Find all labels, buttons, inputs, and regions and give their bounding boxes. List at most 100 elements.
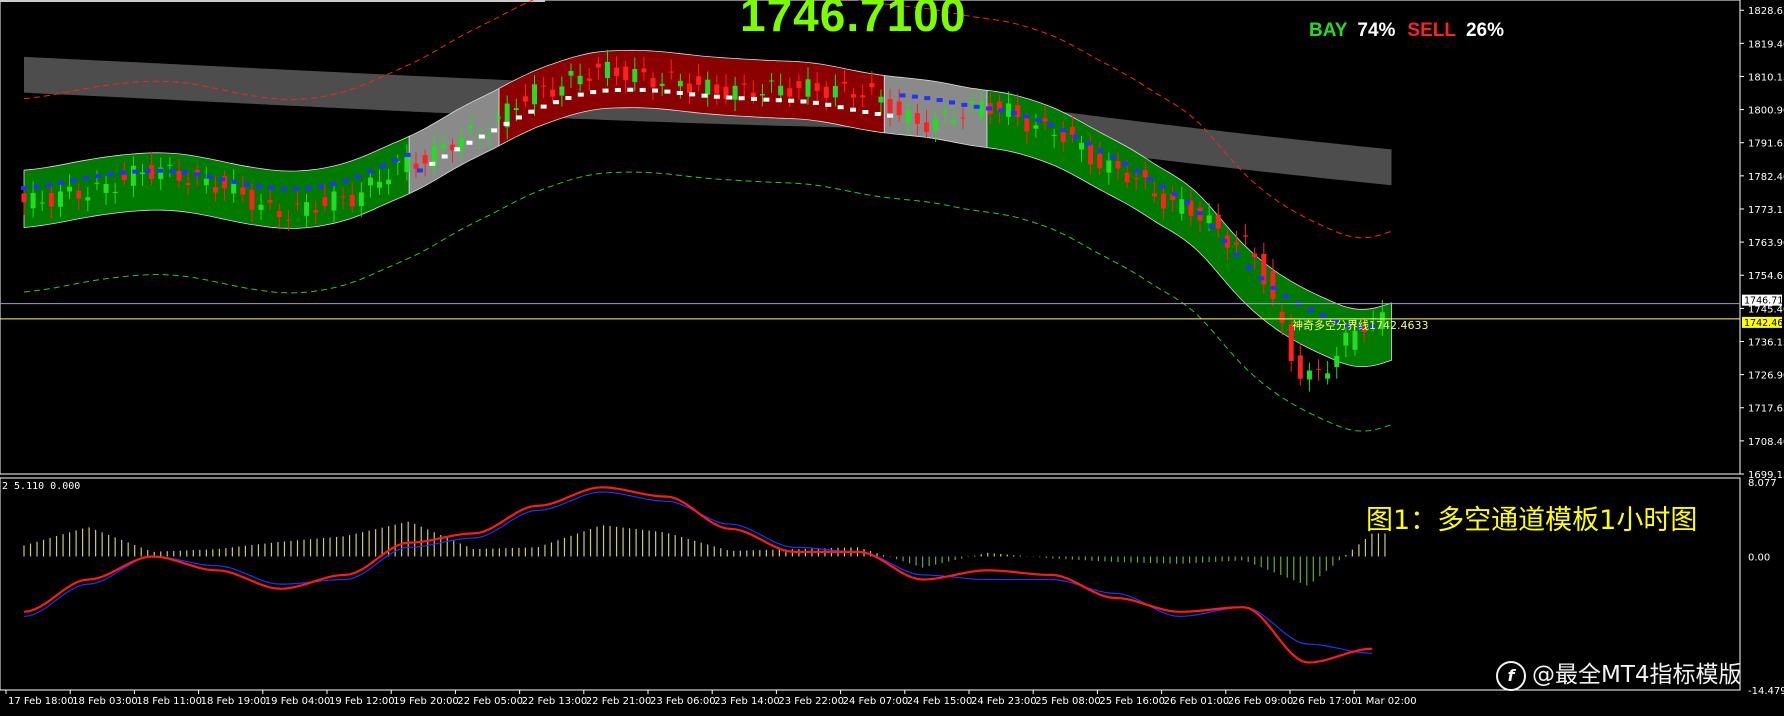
candle-body [258,204,264,210]
candle-body [240,187,246,195]
trail-dot [1258,276,1265,281]
channel-segment-0 [23,135,410,229]
price-tick-label: 1782.40 [1748,172,1784,183]
current-price-label: 1746.71 [1744,296,1783,307]
candle-body [832,85,838,98]
trail-dot [775,98,782,103]
trail-dot [577,92,584,97]
trail-dot [936,98,943,103]
candle-body [769,80,775,82]
candle-body [614,67,620,76]
trail-dot [256,184,263,189]
watermark: f @最全MT4指标模版 [1496,655,1742,691]
trail-dot [107,172,114,177]
time-tick-label: 26 Feb 17:00 [1292,696,1358,707]
sell-label: SELL [1407,20,1456,41]
trail-dot [1184,200,1191,205]
candle-body [294,203,300,205]
trail-dot [874,111,881,116]
trail-dot [515,115,522,120]
trail-dot [528,109,535,114]
candle-body [48,192,54,207]
trail-dot [627,87,634,92]
candle-body [386,179,392,185]
brand-logo-icon: f [1496,660,1526,691]
candle-body [1088,144,1094,165]
price-tick-label: 1791.65 [1748,139,1784,150]
trail-dot [1134,169,1141,174]
trail-dot [924,96,931,101]
candle-body [486,136,492,138]
trail-dot [342,178,349,183]
candle-body [1133,178,1139,180]
trail-dot [181,170,188,175]
trail-dot [317,184,324,189]
price-tick-label: 1717.65 [1748,404,1784,415]
candle-body [340,196,346,198]
trail-dot [652,88,659,93]
trail-dot [825,102,832,107]
candle-body [94,182,100,184]
candle-body [550,89,556,97]
main-line [23,486,1373,664]
candle-body [905,110,911,123]
trail-dot [973,104,980,109]
time-tick-label: 19 Feb 20:00 [393,696,459,707]
candle-body [714,84,720,94]
buy-sell-ratio: BAY 74% SELL 26% [1309,20,1504,42]
trail-dot [58,180,65,185]
candle-body [705,79,711,95]
trail-dot [565,96,572,101]
trail-dot [812,100,819,105]
candle-body [1306,370,1312,380]
candle-body [841,81,847,84]
candle-body [823,86,829,98]
candle-body [267,200,273,203]
trail-dot [243,182,250,187]
trail-dot [911,94,918,99]
trail-dot [664,89,671,94]
candle-body [67,186,73,192]
trail-dot [293,186,300,191]
trail-dot [837,105,844,110]
candle-body [85,197,91,201]
trail-dot [1109,155,1116,160]
candle-body [1325,373,1331,379]
trail-dot [441,154,448,159]
price-tick-label: 1763.90 [1748,238,1784,249]
trail-dot [948,100,955,105]
candle-body [604,61,610,79]
buy-percent: 74% [1357,20,1396,41]
candle-body [969,101,975,104]
time-tick-label: 18 Feb 03:00 [72,696,138,707]
candle-body [57,191,63,207]
trail-dot [986,106,993,111]
trail-dot [763,97,770,102]
time-tick-label: 18 Feb 11:00 [136,696,202,707]
candle-body [887,98,893,116]
time-tick-label: 18 Feb 19:00 [201,696,267,707]
candle-body [249,189,255,210]
trail-dot [330,182,337,187]
candle-body [750,92,756,98]
trail-dot [1010,110,1017,115]
candle-body [203,178,209,186]
candle-body [696,76,702,85]
trail-dot [1171,191,1178,196]
price-tick-label: 1726.90 [1748,371,1784,382]
candle-body [1179,199,1185,214]
candle-body [914,113,920,124]
candle-body [404,156,410,173]
trail-dot [392,158,399,163]
trail-dot [1035,118,1042,123]
trail-dot [1146,176,1153,181]
trail-dot [1060,128,1067,133]
candle-body [1024,118,1030,132]
trail-dot [119,170,126,175]
candle-body [869,83,875,88]
candle-body [568,71,574,76]
trail-dot [503,121,510,126]
price-tick-label: 1800.90 [1748,106,1784,117]
oscillator-tick-label: 0.00 [1748,552,1770,563]
candle-body [130,165,136,186]
